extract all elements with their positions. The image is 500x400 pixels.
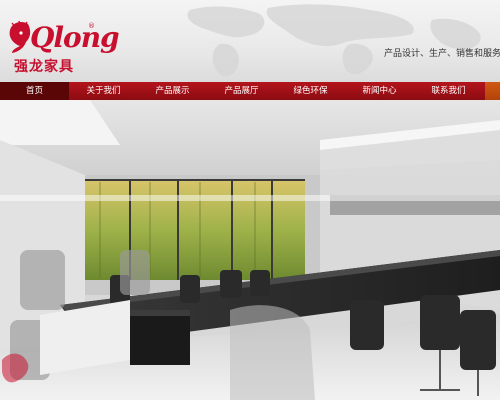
nav-item-products[interactable]: 产品展示 xyxy=(138,82,207,100)
nav-item-home[interactable]: 首页 xyxy=(0,82,69,100)
hero-banner xyxy=(0,100,500,400)
registered-mark: ® xyxy=(88,22,95,30)
office-conference-room-photo xyxy=(0,100,500,400)
nav-item-showroom[interactable]: 产品展厅 xyxy=(207,82,276,100)
nav-item-about[interactable]: 关于我们 xyxy=(69,82,138,100)
logo-chinese-name: 强龙家具 xyxy=(14,59,74,75)
site-header: Qlong ® 强龙家具 产品设计、生产、销售和服务于一 xyxy=(0,0,500,82)
nav-accent-block xyxy=(485,82,500,100)
main-nav: 首页 关于我们 产品展示 产品展厅 绿色环保 新闻中心 联系我们 xyxy=(0,82,500,100)
logo-wordmark: Qlong xyxy=(30,21,120,54)
nav-item-green[interactable]: 绿色环保 xyxy=(276,82,345,100)
nav-item-contact[interactable]: 联系我们 xyxy=(414,82,483,100)
nav-item-news[interactable]: 新闻中心 xyxy=(345,82,414,100)
header-slogan: 产品设计、生产、销售和服务于一 xyxy=(384,49,500,59)
world-map-background xyxy=(187,4,481,77)
brand-logo[interactable]: Qlong ® 强龙家具 xyxy=(6,18,120,76)
